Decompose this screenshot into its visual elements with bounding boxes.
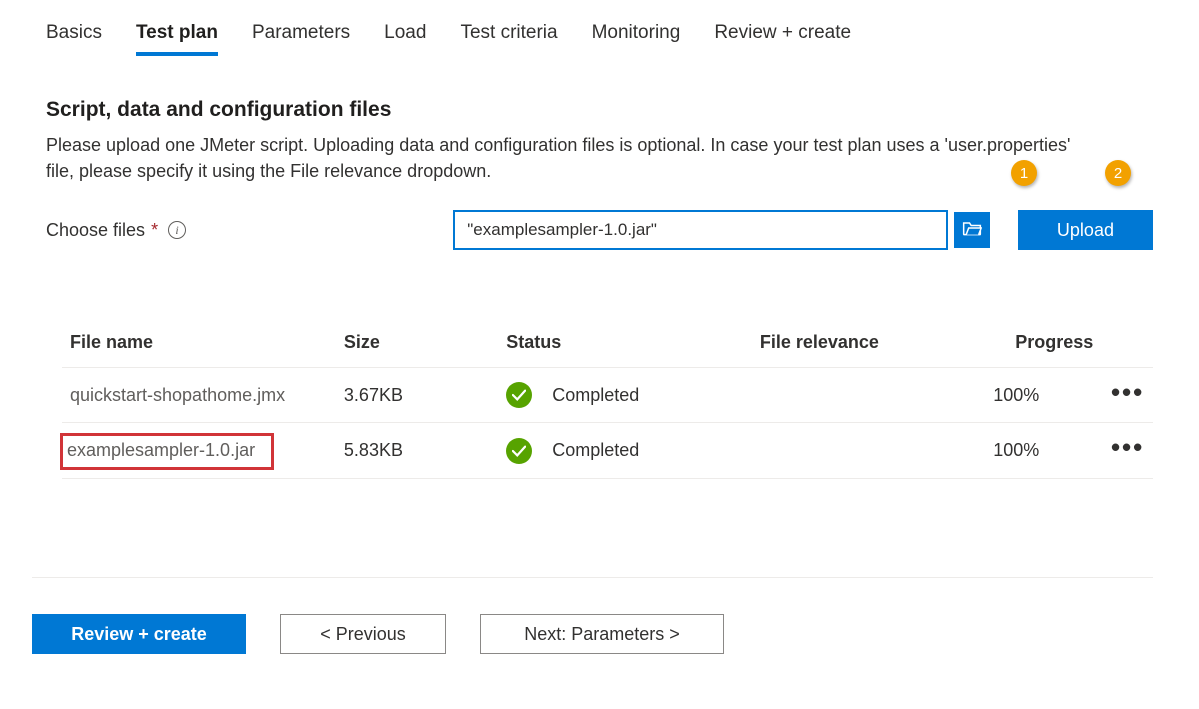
files-table: File name Size Status File relevance Pro… bbox=[62, 320, 1153, 479]
file-size-cell: 3.67KB bbox=[336, 368, 498, 423]
checkmark-icon bbox=[506, 438, 532, 464]
required-indicator: * bbox=[151, 220, 158, 241]
section-title: Script, data and configuration files bbox=[46, 98, 1153, 122]
tab-monitoring[interactable]: Monitoring bbox=[592, 22, 681, 56]
table-row: quickstart-shopathome.jmx 3.67KB Complet… bbox=[62, 368, 1153, 423]
highlighted-filename: examplesampler-1.0.jar bbox=[60, 433, 274, 470]
upload-button[interactable]: Upload bbox=[1018, 210, 1153, 250]
column-header-size[interactable]: Size bbox=[336, 320, 498, 368]
tab-parameters[interactable]: Parameters bbox=[252, 22, 350, 56]
review-create-button[interactable]: Review + create bbox=[32, 614, 246, 654]
tab-test-criteria[interactable]: Test criteria bbox=[460, 22, 557, 56]
browse-button[interactable] bbox=[954, 212, 990, 248]
file-progress-cell: 100% bbox=[985, 423, 1103, 479]
tab-load[interactable]: Load bbox=[384, 22, 426, 56]
file-relevance-cell bbox=[752, 368, 985, 423]
file-progress-cell: 100% bbox=[985, 368, 1103, 423]
info-icon[interactable]: i bbox=[168, 221, 186, 239]
section-description: Please upload one JMeter script. Uploadi… bbox=[46, 132, 1096, 184]
tab-review-create[interactable]: Review + create bbox=[714, 22, 851, 56]
file-chooser-row: 1 2 Choose files * i Upload bbox=[46, 210, 1153, 250]
column-header-status[interactable]: Status bbox=[498, 320, 752, 368]
more-actions-icon[interactable]: ••• bbox=[1111, 432, 1144, 462]
choose-files-text: Choose files bbox=[46, 220, 145, 241]
file-name-cell: quickstart-shopathome.jmx bbox=[62, 368, 336, 423]
file-status-text: Completed bbox=[552, 440, 639, 461]
column-header-progress[interactable]: Progress bbox=[985, 320, 1103, 368]
callout-badge-2: 2 bbox=[1105, 160, 1131, 186]
tab-basics[interactable]: Basics bbox=[46, 22, 102, 56]
file-name-cell: examplesampler-1.0.jar bbox=[62, 423, 336, 479]
file-path-input[interactable] bbox=[453, 210, 948, 250]
folder-open-icon bbox=[962, 219, 982, 242]
column-header-relevance[interactable]: File relevance bbox=[752, 320, 985, 368]
file-relevance-cell bbox=[752, 423, 985, 479]
file-status-text: Completed bbox=[552, 385, 639, 406]
previous-button[interactable]: < Previous bbox=[280, 614, 446, 654]
callout-badge-1: 1 bbox=[1011, 160, 1037, 186]
tab-test-plan[interactable]: Test plan bbox=[136, 22, 218, 56]
choose-files-label: Choose files * i bbox=[46, 220, 453, 241]
column-header-filename[interactable]: File name bbox=[62, 320, 336, 368]
checkmark-icon bbox=[506, 382, 532, 408]
footer-actions: Review + create < Previous Next: Paramet… bbox=[32, 577, 1153, 654]
table-row: examplesampler-1.0.jar 5.83KB Completed … bbox=[62, 423, 1153, 479]
more-actions-icon[interactable]: ••• bbox=[1111, 377, 1144, 407]
next-button[interactable]: Next: Parameters > bbox=[480, 614, 724, 654]
tab-bar: Basics Test plan Parameters Load Test cr… bbox=[46, 22, 1153, 56]
file-size-cell: 5.83KB bbox=[336, 423, 498, 479]
